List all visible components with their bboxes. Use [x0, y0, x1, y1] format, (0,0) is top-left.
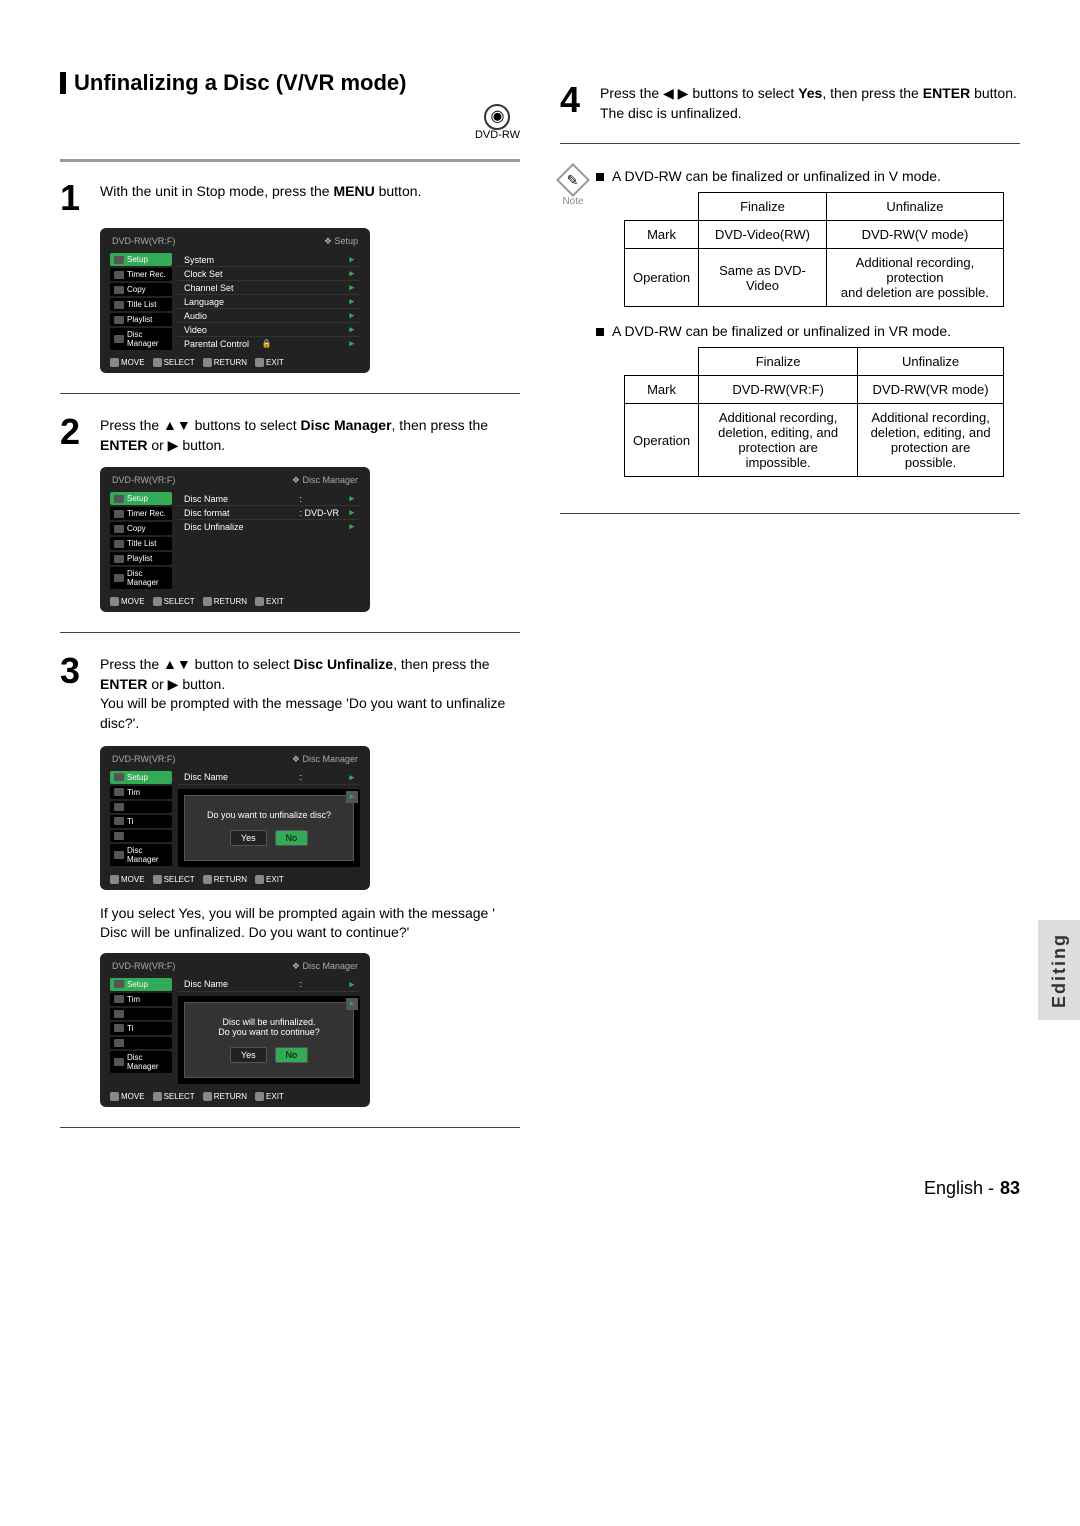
step-text: Press the ▲▼ button to select Disc Unfin…	[100, 653, 520, 733]
osd-menu-list: Disc Name:▸ Disc format: DVD-VR▸ Disc Un…	[178, 492, 360, 589]
table-header: Unfinalize	[826, 193, 1003, 221]
disc-type-icon: ◉ DVD-RW	[475, 104, 520, 141]
yes-button[interactable]: Yes	[230, 1047, 267, 1063]
table-cell: Mark	[625, 221, 699, 249]
table-cell: Additional recording, deletion, editing,…	[858, 404, 1004, 477]
table-cell: DVD-RW(VR mode)	[858, 376, 1004, 404]
osd-sidebar: Setup Tim Ti Disc Manager	[110, 771, 172, 867]
step-3: 3 Press the ▲▼ button to select Disc Unf…	[60, 653, 520, 733]
osd-breadcrumb: ❖ Disc Manager	[292, 961, 358, 972]
section-title-text: Unfinalizing a Disc (V/VR mode)	[74, 70, 406, 96]
note-label: Note	[560, 196, 586, 207]
dialog-message: Disc will be unfinalized.	[205, 1017, 333, 1027]
osd-title: DVD-RW(VR:F)	[112, 475, 175, 486]
osd-breadcrumb: ❖ Disc Manager	[292, 475, 358, 486]
divider	[60, 159, 520, 162]
table-header: Unfinalize	[858, 348, 1004, 376]
dialog-message: Do you want to continue?	[205, 1027, 333, 1037]
osd-footer: MOVE SELECT RETURN EXIT	[110, 873, 360, 886]
note-block: ✎ Note A DVD-RW can be finalized or unfi…	[560, 164, 1020, 493]
table-cell: Additional recording, protection and del…	[826, 249, 1003, 307]
bullet-item: A DVD-RW can be finalized or unfinalized…	[596, 323, 1020, 339]
divider	[60, 1127, 520, 1128]
table-header: Finalize	[699, 193, 827, 221]
osd-breadcrumb: ❖ Disc Manager	[292, 754, 358, 765]
osd-menu-list: System▸ Clock Set▸ Channel Set▸ Language…	[178, 253, 360, 350]
step-2: 2 Press the ▲▼ buttons to select Disc Ma…	[60, 414, 520, 455]
osd-title: DVD-RW(VR:F)	[112, 754, 175, 765]
step-number: 2	[60, 414, 90, 455]
page-footer: English - 83	[60, 1178, 1020, 1199]
bullet-item: A DVD-RW can be finalized or unfinalized…	[596, 168, 1020, 184]
v-mode-table: Finalize Unfinalize Mark DVD-Video(RW) D…	[624, 192, 1004, 307]
table-cell: DVD-RW(VR:F)	[699, 376, 858, 404]
osd-dialog: Do you want to unfinalize disc? Yes No	[184, 795, 354, 861]
section-title: Unfinalizing a Disc (V/VR mode)	[60, 70, 520, 96]
step-number: 4	[560, 82, 590, 123]
table-cell: Operation	[625, 404, 699, 477]
table-header: Finalize	[699, 348, 858, 376]
osd-title: DVD-RW(VR:F)	[112, 236, 175, 247]
divider	[60, 632, 520, 633]
footer-language: English -	[924, 1178, 994, 1199]
osd-sidebar: Setup Tim Ti Disc Manager	[110, 978, 172, 1084]
vr-mode-table: Finalize Unfinalize Mark DVD-RW(VR:F) DV…	[624, 347, 1004, 477]
osd-sidebar: Setup Timer Rec. Copy Title List Playlis…	[110, 492, 172, 589]
chapter-tab: Editing	[1038, 920, 1080, 1020]
no-button[interactable]: No	[275, 830, 309, 846]
osd-footer: MOVE SELECT RETURN EXIT	[110, 356, 360, 369]
footer-page-number: 83	[1000, 1178, 1020, 1199]
no-button[interactable]: No	[275, 1047, 309, 1063]
note-text: A DVD-RW can be finalized or unfinalized…	[612, 323, 951, 339]
osd-footer: MOVE SELECT RETURN EXIT	[110, 595, 360, 608]
divider	[60, 393, 520, 394]
osd-title: DVD-RW(VR:F)	[112, 961, 175, 972]
lock-icon: 🔒	[262, 339, 272, 348]
osd-screenshot-disc-manager: DVD-RW(VR:F) ❖ Disc Manager Setup Timer …	[100, 467, 370, 612]
table-cell: Mark	[625, 376, 699, 404]
table-cell: Additional recording, deletion, editing,…	[699, 404, 858, 477]
osd-footer: MOVE SELECT RETURN EXIT	[110, 1090, 360, 1103]
table-cell: Operation	[625, 249, 699, 307]
osd-screenshot-unfinalize-prompt: DVD-RW(VR:F) ❖ Disc Manager Setup Tim Ti…	[100, 746, 370, 890]
step-text: Press the ▲▼ buttons to select Disc Mana…	[100, 414, 520, 455]
table-cell: Same as DVD-Video	[699, 249, 827, 307]
osd-sidebar: Setup Timer Rec. Copy Title List Playlis…	[110, 253, 172, 350]
table-cell: DVD-RW(V mode)	[826, 221, 1003, 249]
step-number: 3	[60, 653, 90, 733]
bullet-icon	[596, 173, 604, 181]
step-1: 1 With the unit in Stop mode, press the …	[60, 180, 520, 216]
intermediate-text: If you select Yes, you will be prompted …	[100, 904, 520, 943]
osd-screenshot-continue-prompt: DVD-RW(VR:F) ❖ Disc Manager Setup Tim Ti…	[100, 953, 370, 1107]
bullet-icon	[596, 328, 604, 336]
step-number: 1	[60, 180, 90, 216]
yes-button[interactable]: Yes	[230, 830, 267, 846]
osd-screenshot-setup: DVD-RW(VR:F) ❖ Setup Setup Timer Rec. Co…	[100, 228, 370, 373]
table-cell: DVD-Video(RW)	[699, 221, 827, 249]
title-bar	[60, 72, 66, 94]
chapter-tab-label: Editing	[1049, 933, 1070, 1008]
osd-dialog: Disc will be unfinalized. Do you want to…	[184, 1002, 354, 1078]
osd-breadcrumb: ❖ Setup	[324, 236, 358, 247]
note-text: A DVD-RW can be finalized or unfinalized…	[612, 168, 941, 184]
dialog-message: Do you want to unfinalize disc?	[205, 810, 333, 820]
step-text: Press the ◀ ▶ buttons to select Yes, the…	[600, 82, 1017, 123]
note-icon: ✎	[556, 163, 590, 197]
step-4: 4 Press the ◀ ▶ buttons to select Yes, t…	[560, 82, 1020, 123]
divider	[560, 143, 1020, 144]
step-text: With the unit in Stop mode, press the ME…	[100, 180, 421, 216]
disc-type-label: DVD-RW	[475, 130, 520, 141]
divider	[560, 513, 1020, 514]
